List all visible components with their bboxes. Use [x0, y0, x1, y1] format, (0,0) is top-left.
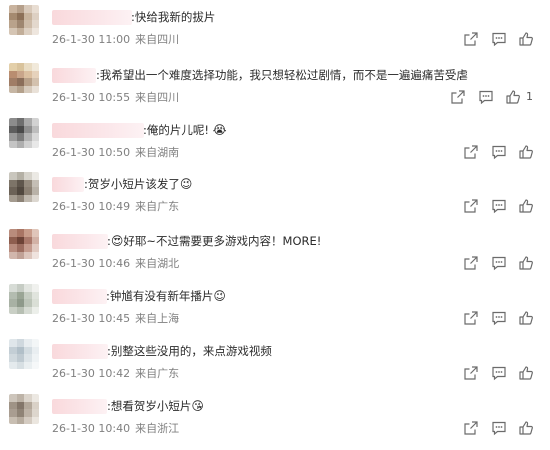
like-icon[interactable]: [505, 89, 521, 105]
comment-date: 26-1-30 10:40: [52, 422, 131, 435]
avatar[interactable]: [9, 63, 39, 93]
comment-text: :我希望出一个难度选择功能，我只想轻松过剧情，而不是一遍遍痛苦受虐: [96, 68, 468, 82]
comment-item: :我希望出一个难度选择功能，我只想轻松过剧情，而不是一遍遍痛苦受虐 26-1-3…: [0, 63, 550, 119]
username-blurred[interactable]: [52, 68, 96, 83]
username-blurred[interactable]: [52, 10, 132, 25]
username-blurred[interactable]: [52, 344, 108, 359]
username-blurred[interactable]: [52, 234, 108, 249]
comment-text: :😍好耶~不过需要更多游戏内容！MORE!: [107, 234, 322, 248]
comment-item: :想看贺岁小短片😘 26-1-30 10:40 来自浙江: [0, 394, 550, 450]
share-icon[interactable]: [463, 310, 479, 326]
avatar[interactable]: [9, 118, 39, 148]
avatar[interactable]: [9, 284, 39, 314]
comment-location: 来自湖北: [135, 257, 180, 270]
comment-icon[interactable]: [491, 365, 507, 381]
share-icon[interactable]: [450, 89, 466, 105]
avatar[interactable]: [9, 5, 39, 35]
comment-meta: 26-1-30 10:50 来自湖南: [52, 146, 179, 160]
like-icon[interactable]: [518, 420, 534, 436]
comment-item: :别整这些没用的，来点游戏视频 26-1-30 10:42 来自广东: [0, 339, 550, 395]
comment-icon[interactable]: [491, 198, 507, 214]
comment-location: 来自广东: [135, 200, 180, 213]
comment-meta: 26-1-30 10:42 来自广东: [52, 367, 179, 381]
like-icon[interactable]: [518, 198, 534, 214]
like-icon[interactable]: [518, 144, 534, 160]
wink-emoji: 😉: [179, 177, 193, 191]
comment-date: 26-1-30 10:50: [52, 146, 131, 159]
comment-meta: 26-1-30 10:45 来自上海: [52, 312, 179, 326]
comment-icon[interactable]: [491, 31, 507, 47]
share-icon[interactable]: [463, 420, 479, 436]
kiss-emoji: 😘: [191, 399, 204, 413]
comment-text: :快给我新的拔片: [131, 10, 216, 24]
comment-icon[interactable]: [491, 144, 507, 160]
share-icon[interactable]: [463, 144, 479, 160]
comment-item: :快给我新的拔片 26-1-30 11:00 来自四川: [0, 5, 550, 61]
comment-meta: 26-1-30 11:00 来自四川: [52, 33, 179, 47]
comment-item: :俺的片儿呢! 😭 26-1-30 10:50 来自湖南: [0, 118, 550, 174]
comment-list: :快给我新的拔片 26-1-30 11:00 来自四川 :我希望出一个难度选择功能…: [0, 0, 550, 439]
comment-meta: 26-1-30 10:40 来自浙江: [52, 422, 179, 436]
comment-item: :😍好耶~不过需要更多游戏内容！MORE! 26-1-30 10:46 来自湖北: [0, 229, 550, 285]
comment-location: 来自四川: [135, 33, 180, 46]
comment-location: 来自上海: [135, 312, 180, 325]
comment-icon[interactable]: [491, 420, 507, 436]
wink-emoji: 😉: [213, 289, 226, 303]
comment-date: 26-1-30 10:46: [52, 257, 131, 270]
comment-date: 26-1-30 10:42: [52, 367, 131, 380]
share-icon[interactable]: [463, 255, 479, 271]
comment-icon[interactable]: [491, 310, 507, 326]
comment-text: :钟馗有没有新年播片😉: [106, 289, 226, 303]
like-count: 1: [526, 90, 533, 103]
username-blurred[interactable]: [52, 123, 144, 138]
heart-eyes-emoji: 😍: [110, 234, 124, 248]
comment-item: :贺岁小短片该发了😉 26-1-30 10:49 来自广东: [0, 172, 550, 228]
avatar[interactable]: [9, 229, 39, 259]
username-blurred[interactable]: [52, 399, 107, 414]
comment-icon[interactable]: [478, 89, 494, 105]
avatar[interactable]: [9, 394, 39, 424]
share-icon[interactable]: [463, 365, 479, 381]
comment-text: :想看贺岁小短片😘: [107, 399, 204, 413]
crying-emoji: 😭: [212, 123, 227, 137]
comment-location: 来自湖南: [135, 146, 180, 159]
comment-meta: 26-1-30 10:55 来自四川: [52, 91, 179, 105]
username-blurred[interactable]: [52, 289, 107, 304]
like-icon[interactable]: [518, 31, 534, 47]
comment-date: 26-1-30 10:55: [52, 91, 131, 104]
comment-item: :钟馗有没有新年播片😉 26-1-30 10:45 来自上海: [0, 284, 550, 340]
comment-date: 26-1-30 10:45: [52, 312, 131, 325]
comment-location: 来自四川: [135, 91, 180, 104]
share-icon[interactable]: [463, 198, 479, 214]
comment-text: :别整这些没用的，来点游戏视频: [107, 344, 272, 358]
like-icon[interactable]: [518, 255, 534, 271]
comment-location: 来自浙江: [135, 422, 180, 435]
avatar[interactable]: [9, 172, 39, 202]
avatar[interactable]: [9, 339, 39, 369]
share-icon[interactable]: [463, 31, 479, 47]
like-icon[interactable]: [518, 310, 534, 326]
comment-icon[interactable]: [491, 255, 507, 271]
comment-text: :俺的片儿呢! 😭: [143, 123, 227, 137]
like-icon[interactable]: [518, 365, 534, 381]
comment-location: 来自广东: [135, 367, 180, 380]
comment-meta: 26-1-30 10:46 来自湖北: [52, 257, 179, 271]
comment-text: :贺岁小短片该发了😉: [84, 177, 193, 191]
username-blurred[interactable]: [52, 177, 84, 192]
comment-meta: 26-1-30 10:49 来自广东: [52, 200, 179, 214]
comment-date: 26-1-30 10:49: [52, 200, 131, 213]
comment-date: 26-1-30 11:00: [52, 33, 131, 46]
